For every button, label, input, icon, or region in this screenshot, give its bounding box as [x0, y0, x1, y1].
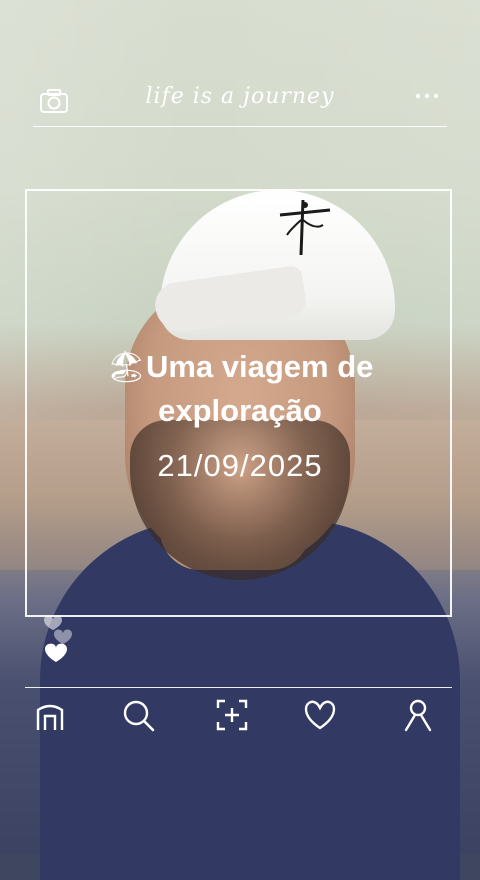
bottom-nav — [0, 698, 480, 738]
search-icon[interactable] — [121, 698, 155, 732]
tagline: life is a journey — [145, 84, 335, 109]
top-bar: life is a journey — [33, 78, 447, 127]
caption-line-1: Uma viagem de — [145, 349, 374, 384]
hearts-icon[interactable] — [38, 610, 80, 670]
bottom-divider — [25, 687, 452, 688]
profile-icon[interactable] — [401, 698, 435, 732]
add-icon[interactable] — [215, 698, 249, 732]
beach-umbrella-emoji: 🏖 — [106, 349, 146, 385]
caption-line-2: exploração — [158, 393, 322, 428]
heart-icon[interactable] — [303, 698, 337, 732]
home-icon[interactable] — [33, 698, 67, 732]
post-caption: 🏖Uma viagem de exploração — [0, 345, 480, 433]
post-date: 21/09/2025 — [157, 448, 323, 483]
more-icon[interactable] — [415, 92, 439, 100]
